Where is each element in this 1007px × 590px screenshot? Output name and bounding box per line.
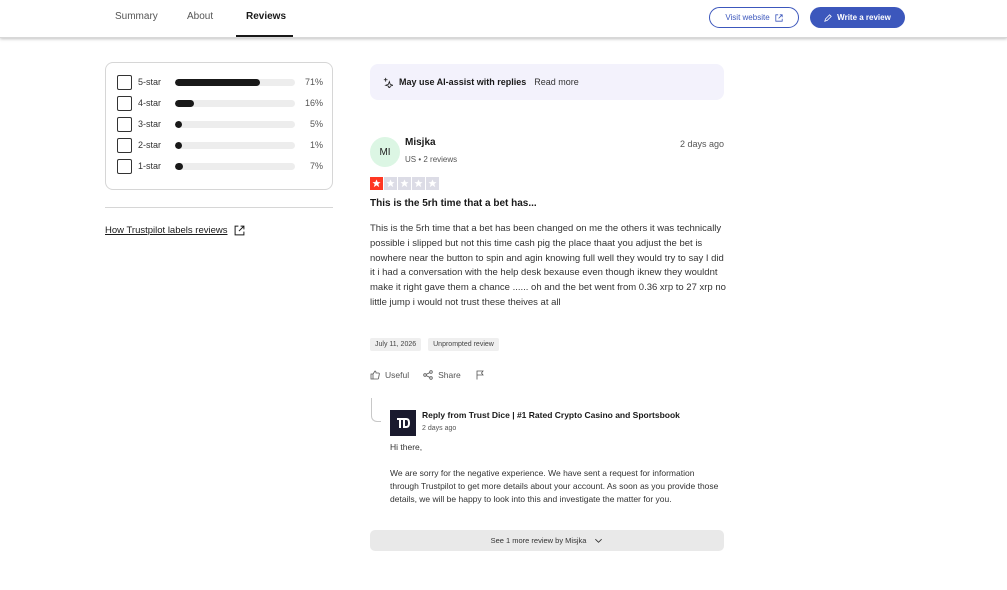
sparkle-icon [383, 77, 393, 88]
filter-row-2-star[interactable]: 2-star 1% [117, 138, 323, 154]
review-date: 2 days ago [679, 139, 724, 149]
flag-icon [476, 370, 484, 380]
reply-author: Reply from Trust Dice | #1 Rated Crypto … [422, 410, 680, 420]
review-title[interactable]: This is the 5rh time that a bet has... [370, 198, 537, 209]
filter-percent: 71% [304, 77, 323, 87]
filter-row-3-star[interactable]: 3-star 5% [117, 117, 323, 133]
share-button[interactable]: Share [423, 370, 461, 380]
divider [105, 207, 333, 208]
filter-label: 2-star [138, 140, 162, 150]
read-more-link[interactable]: Read more [534, 77, 579, 87]
filter-row-1-star[interactable]: 1-star 7% [117, 159, 323, 175]
see-more-reviews-button[interactable]: See 1 more review by Misjka [370, 530, 724, 551]
review-body: This is the 5rh time that a bet has been… [370, 223, 726, 308]
checkbox[interactable] [117, 75, 132, 90]
review-actions: Useful Share [370, 370, 485, 380]
active-tab-indicator [236, 35, 293, 37]
filter-percent: 1% [309, 140, 323, 150]
useful-button[interactable]: Useful [370, 370, 409, 380]
star-icon [384, 177, 397, 190]
star-rating [370, 177, 439, 190]
rating-bar [175, 121, 295, 128]
star-icon [398, 177, 411, 190]
external-link-icon [775, 13, 783, 22]
labels-link-text: How Trustpilot labels reviews [105, 225, 228, 236]
rating-bar-fill [175, 79, 261, 86]
share-icon [423, 370, 433, 380]
visit-website-button[interactable]: Visit website [709, 7, 799, 28]
write-review-button[interactable]: Write a review [810, 7, 905, 28]
filter-label: 1-star [138, 161, 162, 171]
rating-bar [175, 100, 295, 107]
filter-label: 5-star [138, 77, 162, 87]
filter-percent: 7% [309, 161, 323, 171]
rating-filter: 5-star 71% 4-star 16% 3-star 5% 2-star 1… [105, 62, 333, 190]
visit-website-label: Visit website [725, 13, 770, 22]
checkbox[interactable] [117, 138, 132, 153]
reply-greeting: Hi there, [390, 442, 423, 452]
review-tags: July 11, 2026 Unprompted review [370, 338, 499, 351]
experience-date-tag: July 11, 2026 [370, 338, 422, 351]
tab-about[interactable]: About [187, 0, 213, 38]
company-logo [390, 410, 416, 436]
star-icon [370, 177, 383, 190]
rating-bar [175, 163, 295, 170]
top-nav: Summary About Reviews Visit website Writ… [0, 0, 1007, 38]
trust-dice-logo-icon [397, 418, 410, 428]
reply-connector [371, 398, 381, 422]
share-label: Share [438, 370, 461, 380]
filter-label: 4-star [138, 98, 162, 108]
ai-notice-text: May use AI-assist with replies [399, 77, 527, 87]
filter-percent: 16% [304, 98, 323, 108]
see-more-label: See 1 more review by Misjka [490, 536, 587, 545]
filter-row-5-star[interactable]: 5-star 71% [117, 75, 323, 91]
filter-percent: 5% [309, 119, 323, 129]
pencil-icon [824, 13, 832, 22]
reviewer-meta: US • 2 reviews [405, 155, 458, 164]
reply-body: We are sorry for the negative experience… [390, 468, 719, 504]
checkbox[interactable] [117, 159, 132, 174]
thumbs-up-icon [370, 370, 380, 380]
tab-summary[interactable]: Summary [115, 0, 158, 38]
tab-reviews[interactable]: Reviews [246, 0, 286, 38]
how-trustpilot-labels-link[interactable]: How Trustpilot labels reviews [105, 225, 245, 236]
checkbox[interactable] [117, 117, 132, 132]
star-icon [412, 177, 425, 190]
avatar[interactable]: MI [370, 137, 400, 167]
rating-bar-fill [175, 142, 183, 149]
unprompted-review-tag[interactable]: Unprompted review [428, 338, 499, 351]
reviewer-name[interactable]: Misjka [405, 137, 436, 148]
chevron-down-icon [595, 538, 603, 543]
reply-date: 2 days ago [422, 425, 457, 432]
filter-row-4-star[interactable]: 4-star 16% [117, 96, 323, 112]
rating-bar [175, 142, 295, 149]
rating-bar [175, 79, 295, 86]
rating-bar-fill [175, 163, 184, 170]
star-icon [426, 177, 439, 190]
useful-label: Useful [385, 370, 410, 380]
rating-bar-fill [175, 121, 183, 128]
checkbox[interactable] [117, 96, 132, 111]
report-button[interactable] [475, 370, 485, 380]
rating-bar-fill [175, 100, 195, 107]
write-review-label: Write a review [837, 13, 891, 22]
ai-assist-notice: May use AI-assist with replies Read more [370, 64, 724, 100]
external-link-icon [234, 225, 244, 236]
filter-label: 3-star [138, 119, 162, 129]
